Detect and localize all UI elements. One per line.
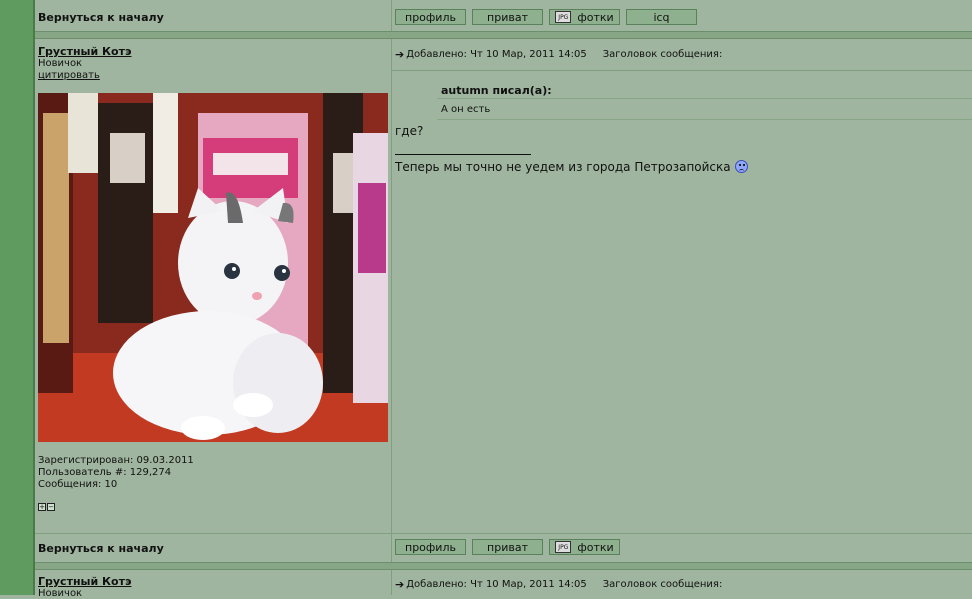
photos-button-label: фотки: [577, 540, 614, 554]
jpg-icon: JPG: [555, 11, 572, 23]
photos-button-label: фотки: [577, 10, 614, 24]
post-subject-label: Заголовок сообщения:: [602, 579, 723, 590]
quote-text: А он есть: [437, 100, 972, 120]
jpg-icon: JPG: [555, 541, 572, 553]
header-divider: [392, 70, 972, 71]
profile-button[interactable]: профиль: [395, 539, 466, 555]
post-separator: [35, 31, 972, 39]
registered-date: Зарегистрирован: 09.03.2011: [38, 455, 194, 466]
expand-collapse-icons[interactable]: + −: [38, 503, 56, 511]
photos-button[interactable]: JPG фотки: [549, 9, 620, 25]
post-arrow-icon[interactable]: ➔: [395, 578, 404, 591]
signature-text: Теперь мы точно не уедем из города Петро…: [395, 160, 731, 174]
quote-author: autumn писал(а):: [437, 82, 972, 99]
top-button-row: профиль приват JPG фотки icq: [395, 9, 703, 25]
quote-link[interactable]: цитировать: [38, 70, 100, 81]
bottom-button-row: профиль приват JPG фотки: [395, 539, 626, 555]
kitten-photo-icon: [38, 93, 388, 442]
minus-icon[interactable]: −: [47, 503, 55, 511]
post-message: где?: [395, 124, 424, 138]
row-divider: [35, 533, 972, 534]
left-sidebar-bar: [0, 0, 33, 595]
private-message-button[interactable]: приват: [472, 539, 543, 555]
post-arrow-icon[interactable]: ➔: [395, 48, 404, 61]
post-subject-label: Заголовок сообщения:: [602, 49, 723, 60]
left-sidebar-edge: [33, 0, 35, 595]
column-divider: [391, 39, 392, 533]
plus-icon[interactable]: +: [38, 503, 46, 511]
user-number: Пользователь #: 129,274: [38, 467, 172, 478]
sad-smiley-icon: [734, 160, 748, 173]
post-count: Сообщения: 10: [38, 479, 118, 490]
post-separator: [35, 562, 972, 570]
column-divider: [391, 0, 392, 31]
photos-button[interactable]: JPG фотки: [549, 539, 620, 555]
icq-button[interactable]: icq: [626, 9, 697, 25]
signature-divider: [395, 154, 531, 155]
post-author-rank: Новичок: [38, 58, 83, 69]
profile-button[interactable]: профиль: [395, 9, 466, 25]
post-header: ➔ Добавлено: Чт 10 Мар, 2011 14:05 Загол…: [395, 48, 722, 61]
post-author-rank: Новичок: [38, 588, 83, 599]
user-avatar: [38, 93, 388, 442]
post-author-name[interactable]: Грустный Котэ: [38, 575, 131, 588]
post-date: Добавлено: Чт 10 Мар, 2011 14:05: [406, 49, 587, 60]
user-stats: Зарегистрирован: 09.03.2011 Пользователь…: [38, 455, 194, 491]
private-message-button[interactable]: приват: [472, 9, 543, 25]
column-divider: [391, 570, 392, 595]
post-author-name[interactable]: Грустный Котэ: [38, 45, 131, 58]
back-to-top-link[interactable]: Вернуться к началу: [38, 542, 164, 555]
post-date: Добавлено: Чт 10 Мар, 2011 14:05: [406, 579, 587, 590]
column-divider: [391, 534, 392, 562]
post-signature: Теперь мы точно не уедем из города Петро…: [395, 160, 748, 174]
back-to-top-link[interactable]: Вернуться к началу: [38, 11, 164, 24]
post-header: ➔ Добавлено: Чт 10 Мар, 2011 14:05 Загол…: [395, 578, 722, 591]
